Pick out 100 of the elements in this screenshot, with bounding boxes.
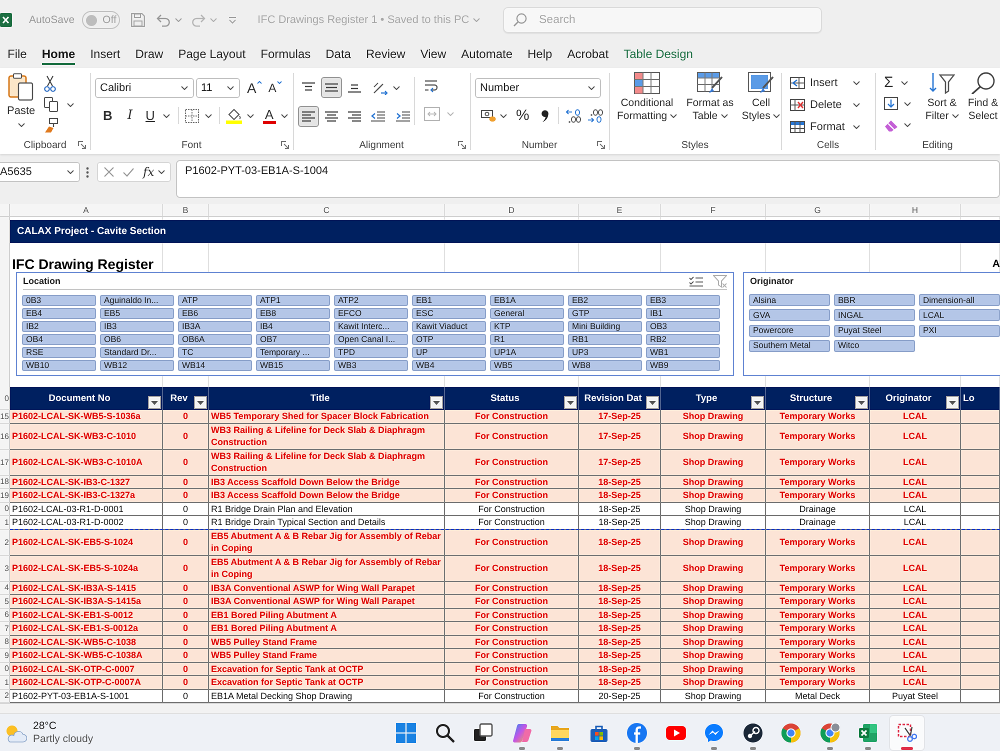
- row-number[interactable]: 18: [0, 476, 10, 489]
- row-number[interactable]: 16: [0, 424, 10, 450]
- row-number[interactable]: 4: [0, 582, 10, 595]
- delete-cells-button[interactable]: Delete: [790, 95, 860, 114]
- row-number[interactable]: 6: [0, 608, 10, 622]
- caret-icon[interactable]: [904, 102, 911, 106]
- slicer-item[interactable]: R1: [490, 334, 564, 345]
- percent-button[interactable]: %: [516, 108, 530, 123]
- wrap-text-icon[interactable]: [424, 79, 439, 93]
- slicer-item[interactable]: OB7: [256, 334, 330, 345]
- filter-button[interactable]: [194, 396, 207, 409]
- slicer-item[interactable]: RSE: [22, 347, 96, 358]
- slicer-item[interactable]: OB3: [646, 321, 720, 332]
- ribbon-tab[interactable]: View: [420, 40, 446, 65]
- slicer-item[interactable]: GTP: [568, 308, 642, 319]
- slicer-item[interactable]: EFCO: [334, 308, 408, 319]
- paste-button[interactable]: Paste: [7, 73, 36, 136]
- slicer-item[interactable]: UP: [412, 347, 486, 358]
- slicer-item[interactable]: IB1: [646, 308, 720, 319]
- copy-icon[interactable]: [44, 97, 58, 112]
- dialog-launcher-icon[interactable]: [458, 141, 466, 149]
- ribbon-tab[interactable]: Draw: [135, 40, 164, 65]
- slicer-item[interactable]: General: [490, 308, 564, 319]
- slicer-item[interactable]: IB3: [100, 321, 174, 332]
- slicer-item[interactable]: Alsina: [749, 294, 830, 306]
- slicer-item[interactable]: PXI: [919, 324, 1000, 337]
- ribbon-tab[interactable]: Page Layout: [178, 40, 246, 65]
- row-number[interactable]: 0: [0, 662, 10, 676]
- row-number[interactable]: 0: [0, 502, 10, 516]
- slicer-item[interactable]: EB2: [568, 295, 642, 306]
- shrink-font-button[interactable]: A: [268, 80, 282, 96]
- slicer-item[interactable]: LCAL: [919, 309, 1000, 322]
- slicer-item[interactable]: ESC: [412, 308, 486, 319]
- filter-button[interactable]: [751, 396, 764, 409]
- slicer-item[interactable]: Temporary ...: [256, 347, 330, 358]
- slicer-item[interactable]: OTP: [412, 334, 486, 345]
- decrease-decimal-icon[interactable]: [587, 108, 604, 122]
- italic-button[interactable]: I: [127, 108, 133, 123]
- font-color-button[interactable]: A: [262, 108, 276, 124]
- slicer-item[interactable]: EB8: [256, 308, 330, 319]
- insert-cells-button[interactable]: Insert: [790, 73, 860, 92]
- column-letter[interactable]: A: [10, 204, 163, 216]
- slicer-item[interactable]: Open Canal I...: [334, 334, 408, 345]
- cancel-icon[interactable]: [104, 167, 114, 177]
- eraser-icon[interactable]: [884, 118, 899, 132]
- ribbon-tab[interactable]: Insert: [90, 40, 120, 65]
- caret-icon[interactable]: [246, 114, 254, 118]
- grow-font-button[interactable]: A: [247, 80, 262, 96]
- slicer-item[interactable]: RB1: [568, 334, 642, 345]
- slicer-item[interactable]: EB5: [100, 308, 174, 319]
- filter-button[interactable]: [946, 396, 959, 409]
- slicer-item[interactable]: WB9: [646, 360, 720, 371]
- slicer-item[interactable]: Puyat Steel: [834, 324, 915, 337]
- row-number[interactable]: 15: [0, 410, 10, 424]
- row-number[interactable]: 8: [0, 636, 10, 649]
- row-number[interactable]: 0: [0, 387, 10, 410]
- ribbon-tab[interactable]: Data: [326, 40, 351, 65]
- row-number[interactable]: 2: [0, 690, 10, 703]
- slicer-item[interactable]: EB4: [22, 308, 96, 319]
- slicer-item[interactable]: WB4: [412, 360, 486, 371]
- ribbon-tab[interactable]: Automate: [461, 40, 513, 65]
- caret-icon[interactable]: [158, 170, 166, 174]
- underline-button[interactable]: U: [146, 108, 155, 123]
- column-letter[interactable]: C: [209, 204, 445, 216]
- caret-icon[interactable]: [162, 114, 170, 118]
- increase-decimal-icon[interactable]: [565, 108, 582, 122]
- slicer-item[interactable]: WB12: [100, 360, 174, 371]
- accounting-format-icon[interactable]: [481, 109, 496, 122]
- slicer-item[interactable]: IB4: [256, 321, 330, 332]
- slicer-item[interactable]: RB2: [646, 334, 720, 345]
- caret-icon[interactable]: [280, 114, 288, 118]
- filter-button[interactable]: [855, 396, 868, 409]
- slicer-item[interactable]: WB1: [646, 347, 720, 358]
- slicer-item[interactable]: WB14: [178, 360, 252, 371]
- enter-icon[interactable]: [123, 168, 134, 176]
- slicer-item[interactable]: Aguinaldo In...: [100, 295, 174, 306]
- ribbon-tab[interactable]: Acrobat: [567, 40, 609, 65]
- row-number[interactable]: 17: [0, 450, 10, 476]
- decrease-indent-icon[interactable]: [371, 111, 385, 122]
- search-field[interactable]: Search: [503, 7, 822, 33]
- slicer-item[interactable]: EB1: [412, 295, 486, 306]
- find-select-button[interactable]: Find & Select: [966, 72, 1000, 136]
- row-number[interactable]: 5: [0, 595, 10, 608]
- slicer-item[interactable]: BBR: [834, 294, 915, 306]
- slicer-item[interactable]: UP1A: [490, 347, 564, 358]
- text-orientation-icon[interactable]: [372, 80, 388, 94]
- format-as-table-button[interactable]: Format as Table: [685, 72, 735, 136]
- ribbon-tab[interactable]: Home: [42, 40, 76, 65]
- ribbon-tab[interactable]: Table Design: [624, 40, 693, 65]
- ribbon-tab[interactable]: File: [8, 40, 27, 65]
- font-name-field[interactable]: Calibri: [95, 78, 194, 98]
- caret-icon[interactable]: [393, 86, 400, 90]
- dialog-launcher-icon[interactable]: [78, 141, 86, 149]
- filter-button[interactable]: [564, 396, 577, 409]
- slicer-item[interactable]: EB3: [646, 295, 720, 306]
- row-number[interactable]: 7: [0, 622, 10, 636]
- column-letter[interactable]: D: [445, 204, 579, 216]
- slicer-item[interactable]: Witco: [834, 340, 915, 352]
- ribbon-tab[interactable]: Formulas: [260, 40, 311, 65]
- caret-icon[interactable]: [904, 123, 911, 128]
